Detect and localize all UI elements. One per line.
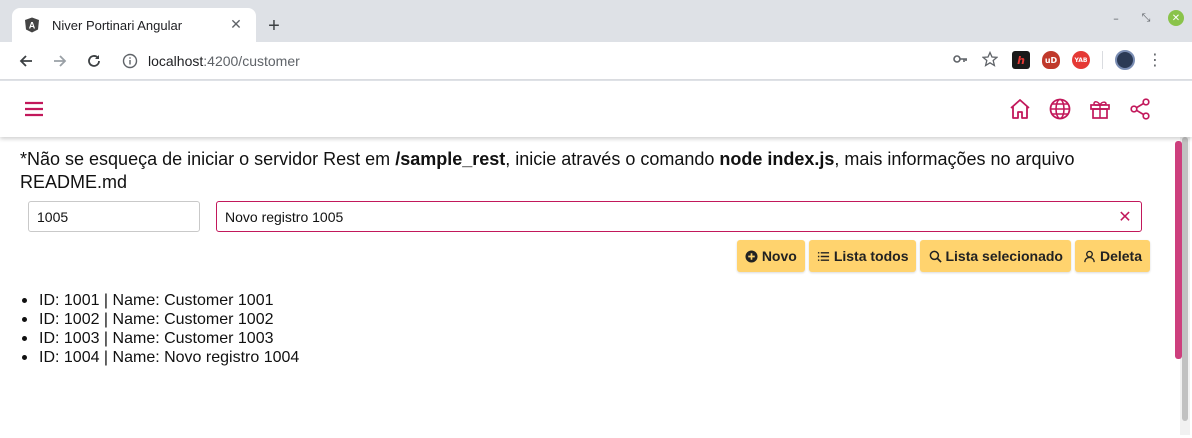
star-icon[interactable]	[981, 50, 999, 71]
reload-icon[interactable]	[80, 47, 108, 75]
list-item: ID: 1003 | Name: Customer 1003	[22, 329, 299, 348]
notice-command: node index.js	[719, 149, 835, 169]
list-item: ID: 1004 | Name: Novo registro 1004	[22, 348, 299, 367]
deleta-button[interactable]: Deleta	[1074, 240, 1150, 272]
home-icon[interactable]	[1008, 97, 1032, 121]
back-icon[interactable]	[12, 47, 40, 75]
lista-selecionado-label: Lista selecionado	[945, 248, 1063, 264]
app-toolbar	[0, 81, 1192, 137]
clear-name-icon[interactable]: ✕	[1115, 207, 1135, 227]
globe-icon[interactable]	[1048, 97, 1072, 121]
id-field: ✕	[28, 201, 231, 232]
bullet-icon	[22, 336, 27, 341]
new-tab-button[interactable]: +	[262, 14, 286, 38]
browser-tab[interactable]: A Niver Portinari Angular ✕	[12, 8, 256, 42]
list-item: ID: 1002 | Name: Customer 1002	[22, 310, 299, 329]
key-icon[interactable]	[952, 51, 968, 71]
lista-todos-button[interactable]: Lista todos	[808, 240, 917, 272]
name-input[interactable]	[217, 202, 1115, 231]
minimize-icon[interactable]: –	[1108, 10, 1124, 26]
accent-scrollbar[interactable]	[1175, 141, 1182, 359]
angular-icon: A	[24, 17, 40, 33]
server-notice: *Não se esqueça de iniciar o servidor Re…	[20, 148, 1140, 194]
bullet-icon	[22, 317, 27, 322]
toolbar-divider	[1102, 51, 1103, 69]
customer-list: ID: 1001 | Name: Customer 1001 ID: 1002 …	[22, 291, 299, 367]
notice-prefix: *Não se esqueça de iniciar o servidor Re…	[20, 149, 396, 169]
list-icon	[817, 249, 831, 263]
user-icon	[1083, 249, 1097, 263]
gift-icon[interactable]	[1088, 97, 1112, 121]
list-item-text: ID: 1001 | Name: Customer 1001	[39, 292, 274, 309]
ublock-icon[interactable]: uD	[1042, 51, 1060, 69]
window-controls: – ⤡ ✕	[1108, 10, 1184, 26]
url-host: localhost	[148, 53, 204, 69]
action-buttons: Novo Lista todos Lista selecionado Delet…	[736, 240, 1150, 272]
avatar[interactable]	[1115, 50, 1135, 70]
browser-toolbar: localhost:4200/customer h uD YAB ⋮	[0, 42, 1192, 80]
hamburger-menu-icon[interactable]	[22, 97, 46, 121]
list-item-text: ID: 1004 | Name: Novo registro 1004	[39, 349, 300, 366]
share-icon[interactable]	[1128, 97, 1152, 121]
url-path: :4200/customer	[203, 53, 300, 69]
info-icon[interactable]	[120, 51, 140, 71]
address-bar[interactable]: localhost:4200/customer	[112, 46, 1004, 76]
extensions-bar: h uD YAB ⋮	[1012, 50, 1163, 70]
page-viewport: *Não se esqueça de iniciar o servidor Re…	[0, 81, 1192, 438]
url-text: localhost:4200/customer	[148, 53, 300, 69]
scrollbar-thumb[interactable]	[1182, 137, 1188, 421]
list-item-text: ID: 1003 | Name: Customer 1003	[39, 330, 274, 347]
plus-circle-icon	[745, 249, 759, 263]
novo-label: Novo	[761, 248, 797, 264]
lista-selecionado-button[interactable]: Lista selecionado	[920, 240, 1071, 272]
search-icon	[928, 249, 942, 263]
ext-h-icon[interactable]: h	[1012, 51, 1030, 69]
omnibox-actions	[952, 50, 999, 71]
bullet-icon	[22, 298, 27, 303]
id-input[interactable]	[29, 202, 218, 231]
tab-title: Niver Portinari Angular	[52, 17, 183, 33]
deleta-label: Deleta	[1099, 248, 1142, 264]
lista-todos-label: Lista todos	[833, 248, 909, 264]
restore-icon[interactable]: ⤡	[1138, 10, 1154, 26]
tab-close-icon[interactable]: ✕	[226, 15, 246, 35]
notice-middle: , inicie através o comando	[505, 149, 720, 169]
svg-text:A: A	[29, 21, 36, 31]
kebab-menu-icon[interactable]: ⋮	[1147, 52, 1163, 68]
list-item-text: ID: 1002 | Name: Customer 1002	[39, 311, 274, 328]
tab-strip: A Niver Portinari Angular ✕ + – ⤡ ✕	[0, 0, 1192, 42]
bullet-icon	[22, 355, 27, 360]
list-item: ID: 1001 | Name: Customer 1001	[22, 291, 299, 310]
notice-path: /sample_rest	[395, 149, 506, 169]
close-window-icon[interactable]: ✕	[1168, 10, 1184, 26]
name-field: ✕	[216, 201, 1142, 232]
novo-button[interactable]: Novo	[736, 240, 805, 272]
yab-icon[interactable]: YAB	[1072, 51, 1090, 69]
forward-icon[interactable]	[46, 47, 74, 75]
appbar-actions	[1008, 97, 1152, 121]
